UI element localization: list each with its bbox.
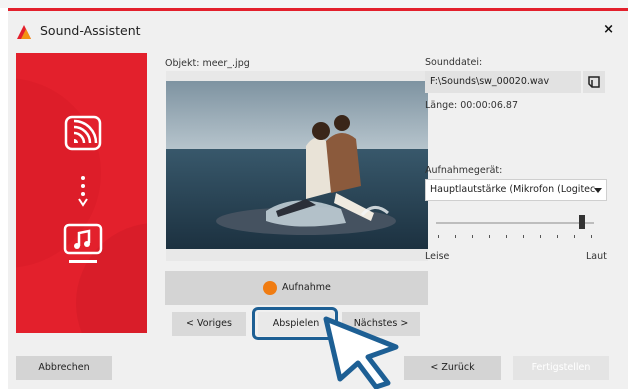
folder-icon	[588, 76, 600, 88]
volume-slider[interactable]	[436, 214, 594, 242]
volume-tick	[506, 235, 507, 238]
device-select[interactable]: Hauptlautstärke (Mikrofon (Logitec	[425, 179, 607, 201]
volume-tick	[523, 235, 524, 238]
device-select-value: Hauptlautstärke (Mikrofon (Logitec	[430, 184, 596, 195]
wireless-media-icon	[64, 115, 102, 151]
folder-button[interactable]	[583, 71, 605, 93]
volume-tick	[489, 235, 490, 238]
object-label: Objekt: meer_.jpg	[165, 58, 250, 69]
device-label: Aufnahmegerät:	[425, 165, 503, 176]
volume-tick	[438, 235, 439, 238]
music-monitor-icon	[63, 223, 103, 263]
volume-tick	[557, 235, 558, 238]
chevron-down-icon	[594, 188, 602, 193]
volume-thumb[interactable]	[579, 215, 585, 229]
app-icon	[17, 25, 31, 39]
volume-max-label: Laut	[586, 251, 607, 262]
volume-tick	[472, 235, 473, 238]
pointer-cursor-icon	[323, 316, 399, 389]
record-button[interactable]: Aufnahme	[165, 271, 428, 305]
close-icon[interactable]: ×	[603, 22, 614, 37]
volume-tick	[574, 235, 575, 238]
volume-tick	[540, 235, 541, 238]
finish-button[interactable]: Fertigstellen	[513, 356, 609, 380]
record-label: Aufnahme	[282, 282, 331, 293]
volume-track	[436, 222, 594, 224]
record-icon	[263, 281, 277, 295]
sound-file-field[interactable]: F:\Sounds\sw_00020.wav	[425, 71, 581, 93]
cancel-button[interactable]: Abbrechen	[16, 356, 112, 380]
title-bar: Sound-Assistent ×	[8, 11, 628, 43]
beach-couple-photo	[166, 71, 428, 261]
brand-panel	[16, 53, 147, 333]
volume-tick	[455, 235, 456, 238]
sound-file-label: Sounddatei:	[425, 57, 483, 68]
ellipsis-connector	[78, 176, 88, 207]
screen-top-strip	[0, 0, 628, 8]
previous-button[interactable]: < Voriges	[172, 312, 246, 336]
volume-min-label: Leise	[425, 251, 450, 262]
sound-length: Länge: 00:00:06.87	[425, 100, 519, 111]
window-title: Sound-Assistent	[40, 23, 141, 38]
back-button[interactable]: < Zurück	[404, 356, 501, 380]
volume-tick	[591, 235, 592, 238]
